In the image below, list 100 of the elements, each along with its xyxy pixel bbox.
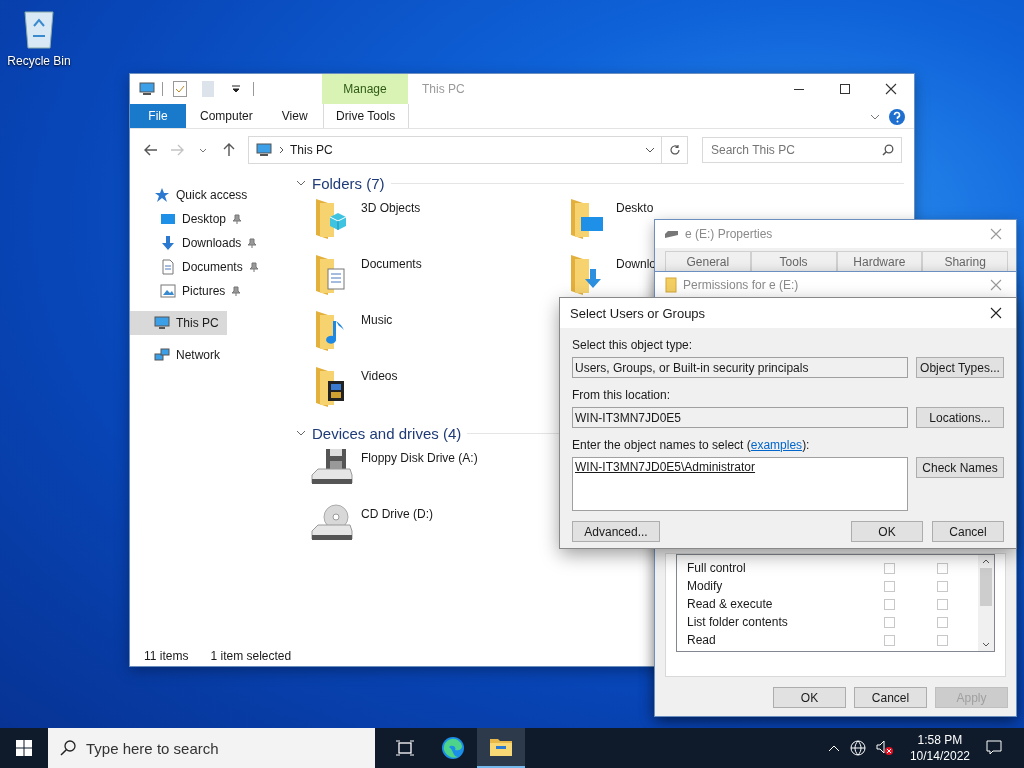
deny-checkbox[interactable] <box>937 634 948 646</box>
desktop-icon-label[interactable]: Recycle Bin <box>7 54 71 68</box>
status-text: 1 item selected <box>210 648 292 663</box>
folder-icon <box>665 277 677 293</box>
dialog-button[interactable]: Advanced... <box>572 521 660 542</box>
volume-button[interactable] <box>873 740 896 756</box>
window-title: Permissions for e (E:) <box>683 278 800 292</box>
names-field[interactable]: WIN-IT3MN7JD0E5\Administrator <box>572 457 908 511</box>
item-name[interactable]: Floppy Disk Drive (A:) <box>361 445 478 465</box>
pin-icon <box>231 286 242 296</box>
permission-label: Read & execute <box>687 597 774 611</box>
desktop-icon <box>160 211 176 227</box>
notifications-button[interactable] <box>984 740 1004 756</box>
item-name[interactable]: Deskto <box>616 195 654 215</box>
ribbon-tab[interactable]: View <box>266 104 323 128</box>
item-name[interactable]: Documents <box>361 251 422 271</box>
down-arrow-icon <box>160 235 176 251</box>
star-icon <box>154 187 170 203</box>
forward-arrow-icon <box>170 144 184 156</box>
nav-item[interactable]: Pictures <box>130 279 250 303</box>
group-header[interactable]: Folders (7) <box>312 174 385 192</box>
tab[interactable]: Hardware <box>836 251 923 271</box>
browser-icon <box>441 736 465 760</box>
close-icon <box>990 279 1002 291</box>
nav-item[interactable]: Network <box>130 343 228 367</box>
item-name[interactable]: Videos <box>361 363 398 383</box>
dialog-button[interactable]: OK <box>773 687 846 708</box>
drive-icon <box>665 230 679 238</box>
taskbar-search-field[interactable]: Type here to search <box>48 728 375 768</box>
deny-checkbox[interactable] <box>937 580 948 592</box>
item-name[interactable]: 3D Objects <box>361 195 421 215</box>
folder-icon <box>489 737 513 757</box>
speaker-muted-icon <box>875 740 894 756</box>
allow-checkbox[interactable] <box>884 616 895 628</box>
field-label: From this location: <box>572 388 672 404</box>
network-icon <box>154 347 170 363</box>
chevron-down-icon[interactable] <box>296 178 306 188</box>
nav-item[interactable]: This PC <box>130 311 227 335</box>
document-icon <box>160 259 176 275</box>
dialog-button[interactable]: OK <box>851 521 923 542</box>
allow-checkbox[interactable] <box>884 562 895 574</box>
allow-checkbox[interactable] <box>884 598 895 610</box>
chevron-down-icon <box>870 114 880 120</box>
address-text: This PC <box>290 143 334 157</box>
chevron-down-icon[interactable] <box>982 642 990 647</box>
address-bar[interactable]: This PC <box>248 136 662 164</box>
allow-checkbox[interactable] <box>884 634 895 646</box>
chevron-up-icon[interactable] <box>982 559 990 564</box>
ribbon-tab[interactable]: Drive Tools <box>322 104 409 128</box>
allow-checkbox[interactable] <box>884 580 895 592</box>
status-text: 11 items <box>144 648 189 663</box>
readonly-field: Users, Groups, or Built-in security principals <box>572 357 908 378</box>
maximize-icon <box>840 84 850 94</box>
tab[interactable]: Tools <box>750 251 837 271</box>
permission-label: List folder contents <box>687 615 789 629</box>
dialog-button[interactable]: Object Types... <box>916 357 1004 378</box>
dialog-button[interactable]: Cancel <box>854 687 927 708</box>
dialog-button[interactable]: Cancel <box>932 521 1004 542</box>
item-name[interactable]: CD Drive (D:) <box>361 501 433 521</box>
nav-item[interactable]: Desktop <box>130 207 251 231</box>
pin-icon <box>248 262 259 272</box>
examples-link[interactable]: examples <box>750 438 803 452</box>
deny-checkbox[interactable] <box>937 616 948 628</box>
contextual-tab-group: Manage <box>322 74 408 104</box>
chevron-up-icon <box>827 744 840 752</box>
refresh-button[interactable] <box>662 136 688 164</box>
dropdown-icon <box>232 85 240 93</box>
scrollbar[interactable] <box>978 555 994 651</box>
permission-label: Read <box>687 633 717 647</box>
nav-item[interactable]: Downloads <box>130 231 266 255</box>
minimize-icon <box>794 88 804 90</box>
task-view-icon <box>396 740 414 756</box>
computer-icon <box>255 142 273 158</box>
item-name[interactable]: Downlo <box>616 251 657 271</box>
ribbon-tab[interactable]: File <box>130 104 186 128</box>
clock-date[interactable]: 10/14/2022 <box>909 748 970 764</box>
help-icon <box>889 109 905 125</box>
nav-item[interactable]: Quick access <box>130 183 256 207</box>
up-arrow-icon <box>223 143 235 157</box>
tab[interactable]: Sharing <box>922 251 1008 271</box>
dialog-button[interactable]: Check Names <box>916 457 1004 478</box>
item-name[interactable]: Music <box>361 307 393 327</box>
chevron-down-icon[interactable] <box>296 428 306 438</box>
page-icon <box>202 81 214 97</box>
window-title: This PC <box>422 82 465 96</box>
nav-item[interactable]: Documents <box>130 255 267 279</box>
taskbar-app-button[interactable] <box>477 728 525 768</box>
network-button[interactable] <box>847 740 868 756</box>
windows-logo-icon <box>16 740 32 756</box>
dialog-button[interactable]: Locations... <box>916 407 1004 428</box>
field-label: Enter the object names to select (examples): <box>572 438 811 454</box>
deny-checkbox[interactable] <box>937 598 948 610</box>
ribbon-tab[interactable]: Computer <box>186 104 267 128</box>
deny-checkbox[interactable] <box>937 562 948 574</box>
clock-time[interactable]: 1:58 PM <box>917 732 963 748</box>
tab[interactable]: General <box>665 251 751 271</box>
search-field[interactable]: Search This PC <box>702 137 902 163</box>
group-header[interactable]: Devices and drives (4) <box>312 424 462 442</box>
pin-icon <box>232 214 243 224</box>
chevron-down-icon <box>199 147 207 153</box>
